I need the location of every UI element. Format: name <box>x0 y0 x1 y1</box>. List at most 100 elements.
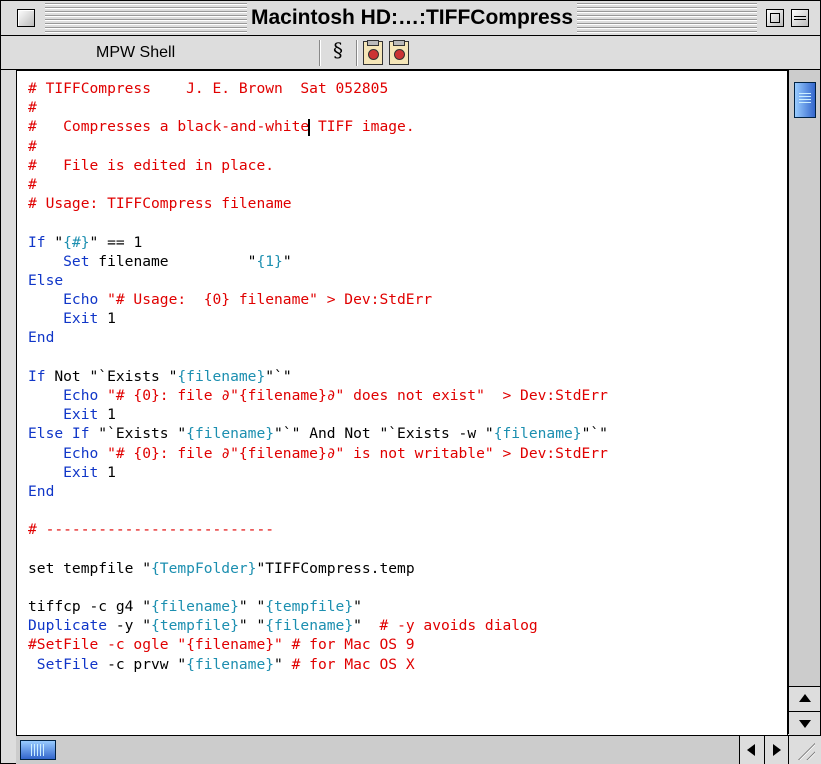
script-tool-icon[interactable] <box>363 40 383 65</box>
mpw-window: Macintosh HD:…:TIFFCompress MPW Shell § … <box>0 0 821 764</box>
code-line: If "{#}" == 1 <box>28 233 608 252</box>
scroll-down-arrow-icon[interactable] <box>789 711 820 736</box>
info-bar: MPW Shell § <box>1 36 820 70</box>
code-token: tiffcp -c g4 " <box>28 598 152 616</box>
scroll-left-arrow-icon[interactable] <box>739 736 764 764</box>
code-line: End <box>28 482 608 501</box>
title-bar[interactable]: Macintosh HD:…:TIFFCompress <box>1 1 820 36</box>
code-line: Echo "# {0}: file ∂"{filename}∂" does no… <box>28 386 608 405</box>
code-line: # <box>28 137 608 156</box>
code-line: If Not "`Exists "{filename}"`" <box>28 367 608 386</box>
horizontal-scrollbar[interactable] <box>16 735 789 764</box>
code-token: {filename} <box>265 617 354 635</box>
code-token: {tempfile} <box>151 617 239 635</box>
code-token: 1 <box>107 406 116 424</box>
code-token: Echo <box>28 387 108 404</box>
code-token: {#} <box>63 233 90 251</box>
left-gutter <box>1 70 16 735</box>
script-tool-icon[interactable] <box>389 40 409 65</box>
shell-label[interactable]: MPW Shell <box>96 36 175 69</box>
code-token: Not "`Exists " <box>54 367 178 385</box>
code-token: # for Mac OS X <box>291 655 415 673</box>
code-token: " <box>54 233 64 251</box>
code-token: {filename} <box>493 425 582 443</box>
code-token: {tempfile} <box>265 598 354 616</box>
code-token: Exit <box>28 463 108 481</box>
code-token: # -y avoids dialog <box>379 617 538 635</box>
code-token: # <box>28 137 37 155</box>
code-line: set tempfile "{TempFolder}"TIFFCompress.… <box>28 559 608 578</box>
code-line: SetFile -c prvw "{filename}" # for Mac O… <box>28 655 608 674</box>
zoom-box-icon[interactable] <box>766 9 784 27</box>
close-box-icon[interactable] <box>17 9 35 27</box>
code-token: {1} <box>256 252 283 270</box>
code-token: " == 1 <box>89 233 143 251</box>
code-token: Exit <box>28 406 108 424</box>
info-bar-divider <box>319 40 320 66</box>
code-token: " <box>353 598 362 616</box>
code-line: Echo "# {0}: file ∂"{filename}∂" is not … <box>28 444 608 463</box>
code-token: 1 <box>107 463 116 481</box>
code-token: Else <box>28 271 64 289</box>
code-line: # Usage: TIFFCompress filename <box>28 194 608 213</box>
code-line: # Compresses a black-and-white TIFF imag… <box>28 117 608 136</box>
code-token: "`" <box>581 425 608 443</box>
code-token: " " <box>238 598 266 616</box>
code-text[interactable]: # TIFFCompress J. E. Brown Sat 052805 # # … <box>28 79 608 674</box>
window-title: Macintosh HD:…:TIFFCompress <box>247 1 577 35</box>
code-token: TIFF image. <box>309 118 415 136</box>
code-line: #SetFile -c ogle "{filename}" # for Mac … <box>28 635 608 654</box>
code-token: If <box>28 233 55 251</box>
code-token: "`Exists " <box>98 425 187 443</box>
collapse-box-icon[interactable] <box>791 9 809 27</box>
resize-grip-icon[interactable] <box>788 735 821 764</box>
code-line: Exit 1 <box>28 463 608 482</box>
code-token: End <box>28 329 55 347</box>
section-marker-icon[interactable]: § <box>333 38 343 62</box>
code-token: " <box>274 655 292 673</box>
vertical-scrollbar[interactable] <box>788 70 820 736</box>
code-token: # File is edited in place. <box>28 156 275 174</box>
code-line: Exit 1 <box>28 405 608 424</box>
code-token: # <box>28 175 37 193</box>
scroll-up-arrow-icon[interactable] <box>789 686 820 711</box>
code-token: " " <box>238 617 266 635</box>
code-line: tiffcp -c g4 "{filename}" "{tempfile}" <box>28 597 608 616</box>
code-token: #SetFile -c ogle "{filename}" # for Mac … <box>28 636 415 654</box>
code-token: Echo <box>28 444 108 462</box>
code-token: Echo <box>28 291 108 309</box>
vertical-scroll-thumb[interactable] <box>794 82 816 118</box>
code-token: "`" And Not "`Exists -w " <box>274 425 494 443</box>
code-token: {filename} <box>186 655 275 673</box>
code-token: # <box>28 99 37 117</box>
code-line: Else <box>28 271 608 290</box>
code-token: SetFile <box>28 655 108 673</box>
code-token: " <box>282 252 292 270</box>
code-token: " <box>353 617 380 635</box>
scroll-right-arrow-icon[interactable] <box>764 736 789 764</box>
code-token: End <box>28 482 55 500</box>
horizontal-scroll-thumb[interactable] <box>20 740 56 760</box>
editor-pane[interactable]: # TIFFCompress J. E. Brown Sat 052805 # # … <box>16 70 788 736</box>
code-token: Set <box>28 252 99 270</box>
code-token: {TempFolder} <box>151 559 257 577</box>
code-line: # <box>28 175 608 194</box>
code-token: -y " <box>115 617 152 635</box>
code-line: # <box>28 98 608 117</box>
code-token: Duplicate <box>28 617 116 635</box>
code-token: # -------------------------- <box>28 521 275 539</box>
code-token: "`" <box>265 367 292 385</box>
code-token: "# {0}: file ∂"{filename}∂" is not writa… <box>107 444 608 462</box>
code-line: # File is edited in place. <box>28 156 608 175</box>
code-line: # -------------------------- <box>28 520 608 539</box>
code-token: # TIFFCompress J. E. Brown Sat 052805 <box>28 80 389 97</box>
code-token: {filename} <box>151 598 239 616</box>
code-line: Duplicate -y "{tempfile}" "{filename}" #… <box>28 616 608 635</box>
code-line: Else If "`Exists "{filename}"`" And Not … <box>28 424 608 443</box>
code-token: Exit <box>28 310 108 328</box>
